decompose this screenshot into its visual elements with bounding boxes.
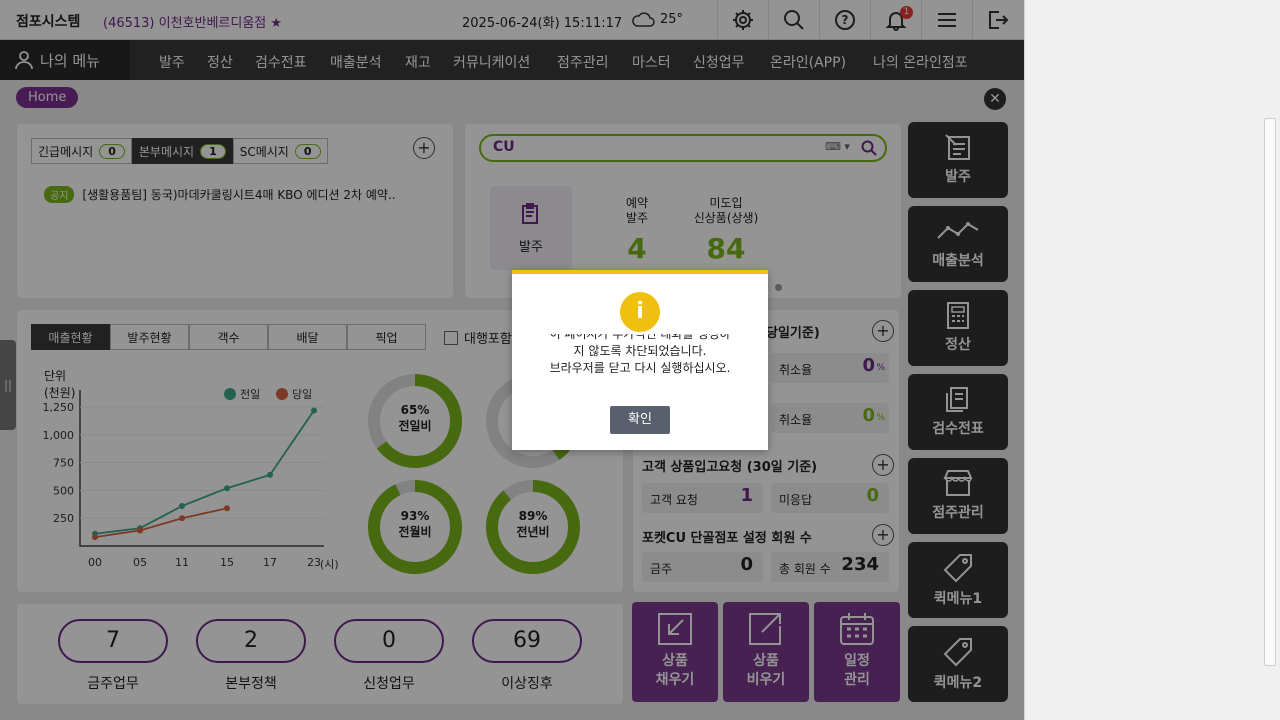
dialog-ok-button[interactable]: 확인: [610, 406, 670, 434]
empty-browser-area: [1024, 0, 1280, 720]
dialog-message: 이 페이지가 추가적인 대화를 생성하 지 않도록 차단되었습니다. 브라우저를…: [522, 334, 758, 377]
dialog-line-partial: 이 페이지가 추가적인 대화를 생성하: [522, 334, 758, 343]
info-icon: i: [620, 292, 660, 332]
dialog-line-partial-text: 이 페이지가 추가적인 대화를 생성하: [549, 334, 731, 341]
dialog-line3: 브라우저를 닫고 다시 실행하십시오.: [549, 361, 731, 375]
app-window: 점포시스템 (46513) 이천호반베르디움점 ★ 2025-06-24(화) …: [0, 0, 1024, 720]
alert-dialog: i 이 페이지가 추가적인 대화를 생성하 지 않도록 차단되었습니다. 브라우…: [512, 270, 768, 450]
dialog-line2: 지 않도록 차단되었습니다.: [573, 344, 707, 358]
vertical-scrollbar[interactable]: [1264, 118, 1276, 666]
